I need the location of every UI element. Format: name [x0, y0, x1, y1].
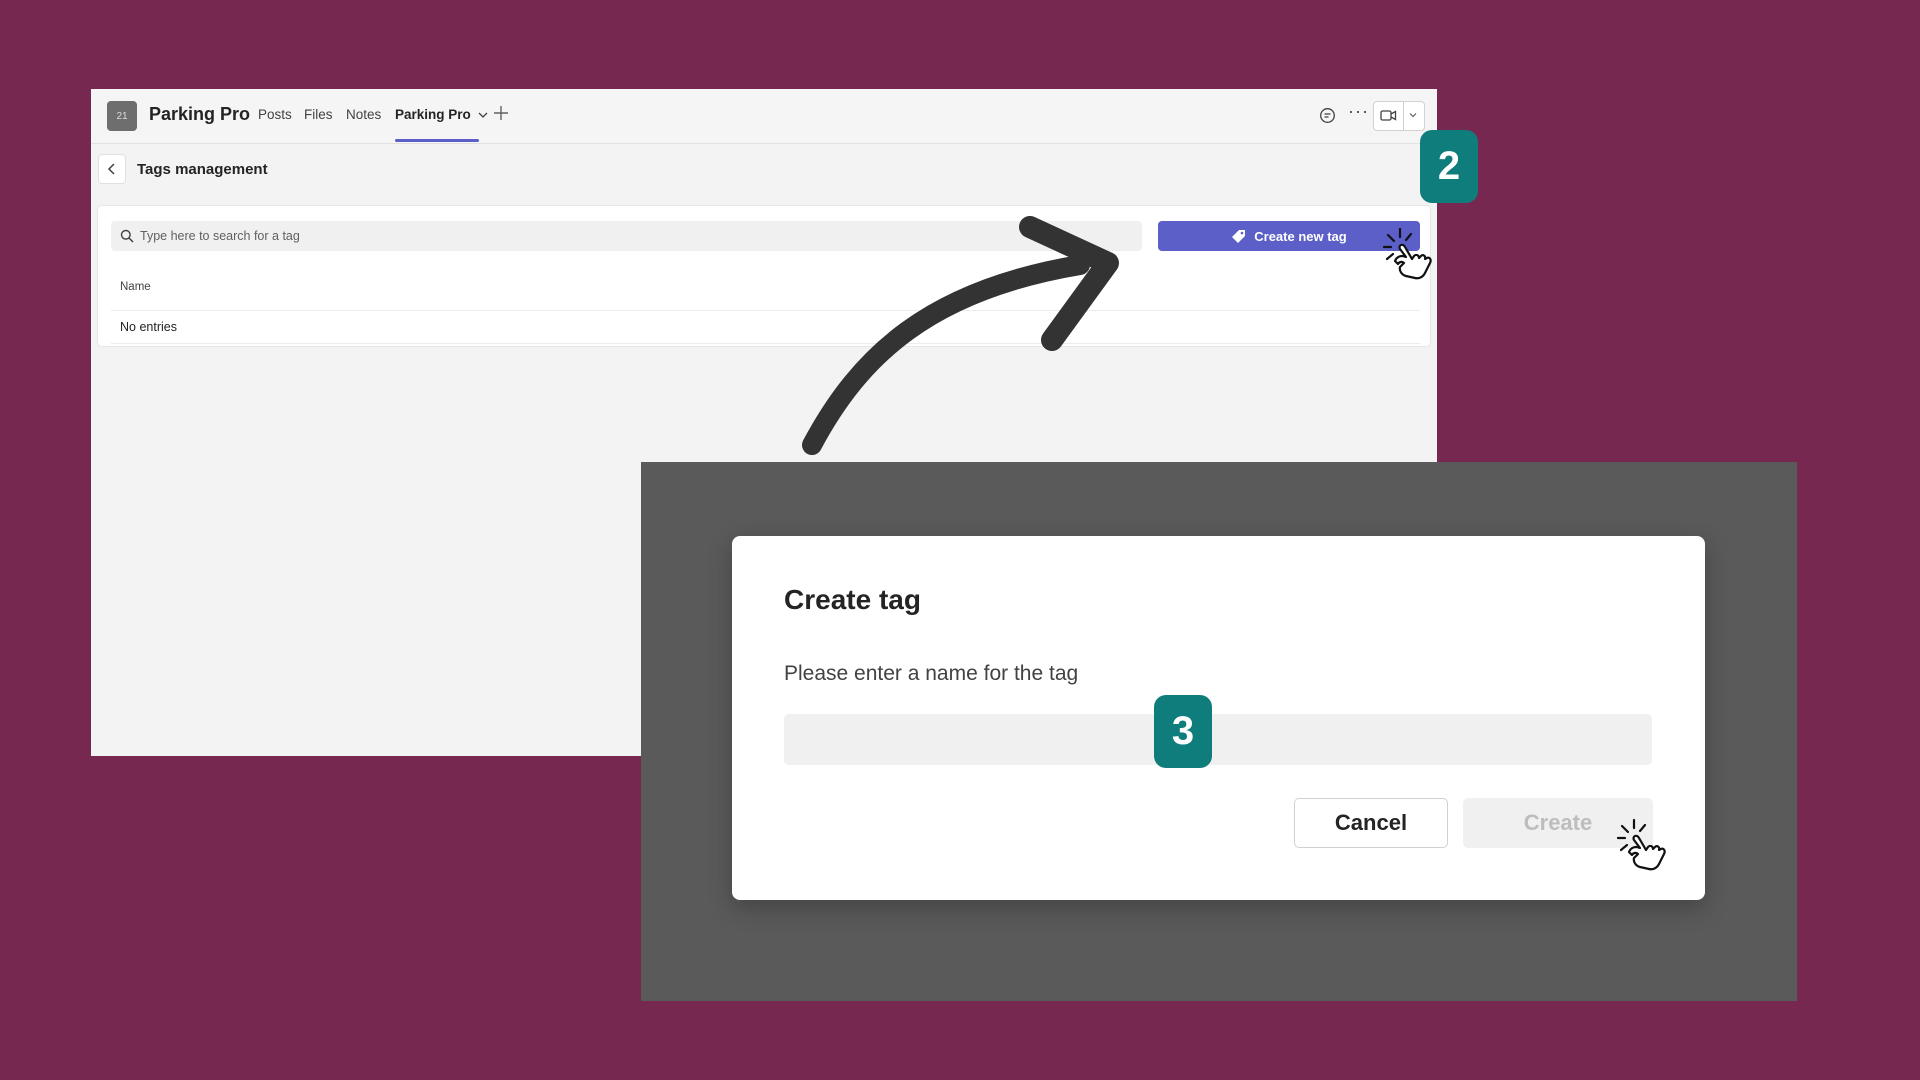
page-title: Tags management [137, 161, 268, 178]
meet-divider [1403, 102, 1404, 130]
chat-icon[interactable] [1319, 107, 1336, 124]
column-header-name[interactable]: Name [120, 281, 151, 293]
active-tab-indicator [395, 139, 479, 142]
pointer-hand-icon [1616, 818, 1666, 871]
team-avatar[interactable]: 21 [107, 101, 137, 131]
tag-name-input[interactable] [784, 714, 1652, 765]
dialog-title: Create tag [784, 584, 921, 615]
team-name: Parking Pro [149, 104, 251, 124]
channel-header: 21 Parking Pro Posts Files Notes Parking… [91, 89, 1437, 144]
back-button[interactable] [98, 154, 126, 184]
tab-notes[interactable]: Notes [346, 107, 381, 122]
search-icon [120, 229, 134, 243]
plus-icon[interactable] [493, 101, 509, 127]
chevron-down-icon[interactable] [1408, 110, 1418, 120]
meet-button[interactable] [1373, 101, 1425, 131]
step-badge-2: 2 [1420, 130, 1478, 203]
divider [111, 343, 1420, 344]
curved-arrow [802, 216, 1119, 455]
more-icon[interactable]: ··· [1348, 101, 1369, 122]
empty-state-text: No entries [120, 320, 177, 334]
tab-parking-pro[interactable]: Parking Pro [395, 107, 488, 122]
tab-files[interactable]: Files [304, 107, 333, 122]
tab-posts[interactable]: Posts [258, 107, 292, 122]
back-chevron-icon [107, 163, 115, 175]
tag-icon [1232, 229, 1246, 243]
create-tag-dialog: Create tag Please enter a name for the t… [732, 536, 1705, 900]
pointer-hand-icon [1382, 227, 1432, 280]
cancel-button[interactable]: Cancel [1294, 798, 1448, 848]
video-camera-icon [1380, 110, 1397, 121]
chevron-down-icon [478, 112, 488, 118]
tab-parking-pro-label: Parking Pro [395, 107, 471, 122]
divider [111, 310, 1420, 311]
tag-name-label: Please enter a name for the tag [784, 662, 1079, 685]
step-badge-3: 3 [1154, 695, 1212, 768]
create-new-tag-label: Create new tag [1254, 228, 1347, 244]
tags-panel: Create new tag Name No entries [97, 205, 1431, 347]
